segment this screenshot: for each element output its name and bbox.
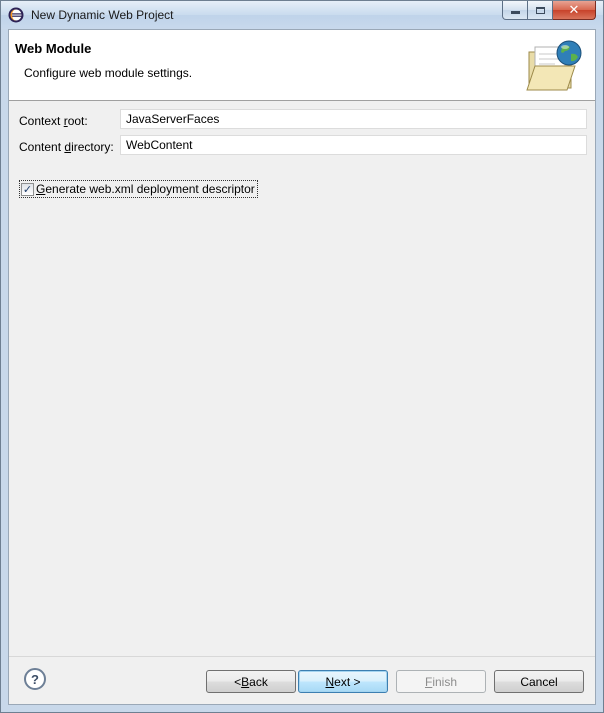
- next-button[interactable]: Next >: [298, 670, 388, 693]
- help-button[interactable]: ?: [24, 668, 46, 690]
- generate-web-xml-label: Generate web.xml deployment descriptor: [36, 182, 255, 196]
- close-button[interactable]: ✕: [553, 1, 596, 20]
- page-description: Configure web module settings.: [24, 66, 193, 80]
- maximize-button[interactable]: [528, 1, 553, 20]
- content-directory-label: Content directory:: [19, 140, 114, 154]
- button-bar: ? < Back Next > Finish Cancel: [9, 656, 595, 705]
- content-directory-input[interactable]: [120, 135, 587, 155]
- finish-button[interactable]: Finish: [396, 670, 486, 693]
- window-title: New Dynamic Web Project: [31, 8, 174, 22]
- window-controls: ✕: [502, 1, 596, 20]
- minimize-icon: [510, 11, 520, 14]
- dialog-client-area: Web Module Configure web module settings…: [8, 29, 596, 705]
- back-button[interactable]: < Back: [206, 670, 296, 693]
- minimize-button[interactable]: [502, 1, 528, 20]
- eclipse-icon: [8, 7, 24, 23]
- title-bar[interactable]: New Dynamic Web Project ✕: [1, 1, 603, 29]
- dialog-window: New Dynamic Web Project ✕ Web Module Con…: [0, 0, 604, 713]
- page-title: Web Module: [15, 41, 92, 56]
- maximize-icon: [535, 6, 545, 14]
- close-icon: ✕: [568, 2, 580, 18]
- context-root-input[interactable]: [120, 109, 587, 129]
- web-folder-globe-icon: [525, 38, 587, 94]
- generate-web-xml-checkbox[interactable]: ✓: [21, 182, 34, 196]
- help-icon: ?: [31, 671, 39, 687]
- checkmark-icon: ✓: [22, 182, 33, 196]
- context-root-label: Context root:: [19, 114, 88, 128]
- cancel-button[interactable]: Cancel: [494, 670, 584, 693]
- generate-web-xml-option[interactable]: ✓ Generate web.xml deployment descriptor: [19, 180, 258, 198]
- wizard-header: Web Module Configure web module settings…: [9, 30, 595, 101]
